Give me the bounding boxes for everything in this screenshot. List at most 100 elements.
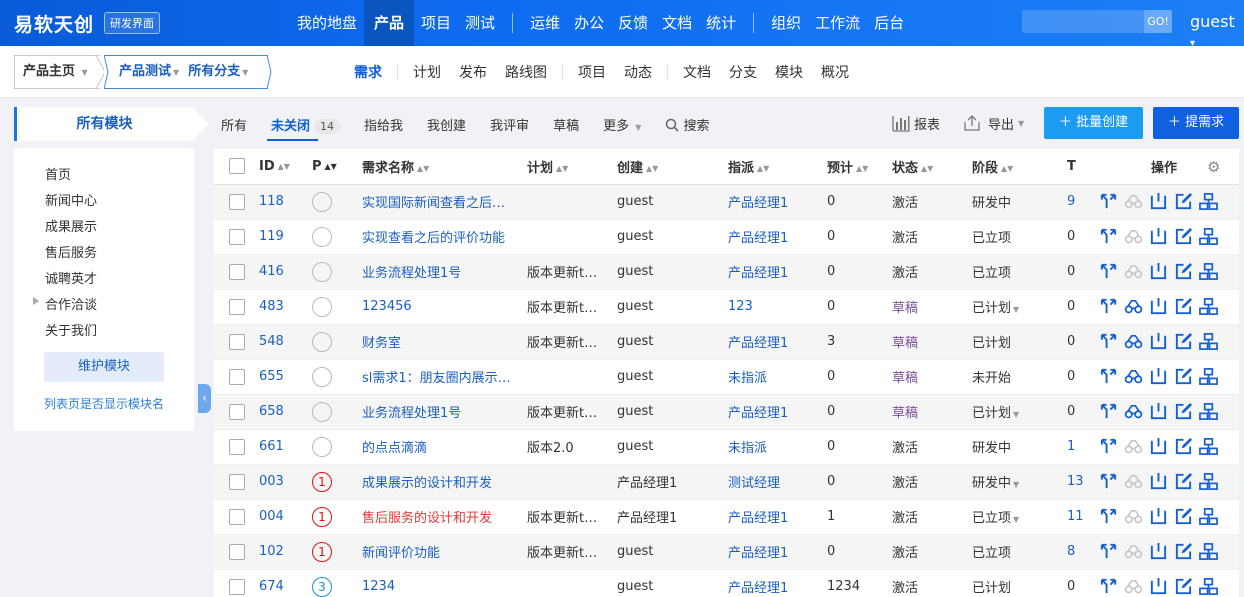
assignee-link[interactable]: 未指派 (728, 441, 767, 456)
story-name-link[interactable]: 1234 (362, 579, 395, 594)
close-story-icon[interactable] (1149, 367, 1168, 386)
close-story-icon[interactable] (1149, 262, 1168, 281)
close-story-icon[interactable] (1149, 577, 1168, 596)
review-icon[interactable] (1124, 542, 1143, 561)
table-row[interactable]: 548 财务室 版本更新t… guest 产品经理1 3 草稿 已计划 0 (214, 324, 1239, 360)
review-icon[interactable] (1124, 297, 1143, 316)
review-icon[interactable] (1124, 402, 1143, 421)
edit-icon[interactable] (1174, 297, 1193, 316)
col-priority[interactable]: P ▲▼ (312, 149, 362, 185)
close-story-icon[interactable] (1149, 332, 1168, 351)
nav-test[interactable]: 测试 (458, 0, 502, 46)
row-checkbox[interactable] (229, 543, 245, 560)
col-id[interactable]: ID ▲▼ (259, 149, 312, 185)
ui-mode-badge[interactable]: 研发界面 (104, 12, 160, 34)
story-name-link[interactable]: 的点点滴滴 (362, 441, 427, 456)
story-id-link[interactable]: 416 (259, 264, 284, 279)
filter-all[interactable]: 所有 (214, 115, 259, 134)
row-checkbox[interactable] (229, 368, 245, 385)
assignee-link[interactable]: 未指派 (728, 371, 767, 386)
assignee-link[interactable]: 产品经理1 (728, 511, 788, 526)
assignee-link[interactable]: 产品经理1 (728, 196, 788, 211)
filter-draft[interactable]: 草稿 (541, 115, 591, 134)
review-icon[interactable] (1124, 227, 1143, 246)
task-count[interactable]: 0 (1067, 264, 1075, 279)
tab-roadmap[interactable]: 路线图 (496, 62, 556, 82)
close-story-icon[interactable] (1149, 227, 1168, 246)
breadcrumb-product-home[interactable]: 产品主页 ▼ (14, 55, 100, 89)
filter-created-by-me[interactable]: 我创建 (415, 115, 478, 134)
edit-icon[interactable] (1174, 192, 1193, 211)
stage-cell[interactable]: 未开始 (972, 371, 1011, 386)
split-icon[interactable] (1099, 262, 1118, 281)
col-estimate[interactable]: 预计 ▲▼ (827, 149, 892, 185)
filter-assigned-to-me[interactable]: 指给我 (352, 115, 415, 134)
table-row[interactable]: 102 1 新闻评价功能 版本更新t… guest 产品经理1 0 激活 已立项… (214, 534, 1239, 570)
edit-icon[interactable] (1174, 437, 1193, 456)
split-icon[interactable] (1099, 542, 1118, 561)
split-icon[interactable] (1099, 437, 1118, 456)
table-row[interactable]: 658 业务流程处理1号 版本更新t… guest 产品经理1 0 草稿 已计划… (214, 394, 1239, 430)
stage-cell[interactable]: 已计划 (972, 406, 1011, 421)
split-icon[interactable] (1099, 507, 1118, 526)
review-icon[interactable] (1124, 332, 1143, 351)
close-story-icon[interactable] (1149, 507, 1168, 526)
story-name-link[interactable]: 业务流程处理1号 (362, 406, 461, 421)
select-all-checkbox[interactable] (229, 158, 245, 175)
task-count[interactable]: 13 (1067, 474, 1084, 489)
row-checkbox[interactable] (229, 263, 245, 280)
filter-reviewed-by-me[interactable]: 我评审 (478, 115, 541, 134)
split-icon[interactable] (1099, 472, 1118, 491)
user-menu[interactable]: guest ▾ (1190, 12, 1244, 50)
story-name-link[interactable]: 业务流程处理1号 (362, 266, 461, 281)
story-id-link[interactable]: 118 (259, 194, 284, 209)
story-name-link[interactable]: 新闻评价功能 (362, 546, 440, 561)
story-name-link[interactable]: 实现查看之后的评价功能 (362, 231, 505, 246)
tab-story[interactable]: 需求 (345, 62, 391, 82)
filter-search[interactable]: 搜索 (653, 115, 721, 134)
stage-cell[interactable]: 已计划 (972, 581, 1011, 596)
create-case-icon[interactable] (1199, 227, 1218, 246)
nav-doc[interactable]: 文档 (655, 0, 699, 46)
stage-cell[interactable]: 已立项 (972, 546, 1011, 561)
review-icon[interactable] (1124, 262, 1143, 281)
task-count[interactable]: 11 (1067, 509, 1084, 524)
module-item-news[interactable]: 新闻中心 (45, 190, 97, 209)
nav-project[interactable]: 项目 (414, 0, 458, 46)
task-count[interactable]: 0 (1067, 299, 1075, 314)
close-story-icon[interactable] (1149, 472, 1168, 491)
edit-icon[interactable] (1174, 227, 1193, 246)
close-story-icon[interactable] (1149, 542, 1168, 561)
module-item-results[interactable]: 成果展示 (45, 216, 97, 235)
table-row[interactable]: 416 业务流程处理1号 版本更新t… guest 产品经理1 0 激活 已立项… (214, 254, 1239, 290)
row-checkbox[interactable] (229, 403, 245, 420)
stage-cell[interactable]: 已立项 (972, 266, 1011, 281)
gear-icon[interactable]: ⚙ (1207, 158, 1220, 176)
col-plan[interactable]: 计划 ▲▼ (527, 149, 617, 185)
close-story-icon[interactable] (1149, 192, 1168, 211)
row-checkbox[interactable] (229, 298, 245, 315)
global-search-input[interactable] (1022, 10, 1144, 33)
assignee-link[interactable]: 产品经理1 (728, 231, 788, 246)
assignee-link[interactable]: 产品经理1 (728, 546, 788, 561)
table-row[interactable]: 119 实现查看之后的评价功能 guest 产品经理1 0 激活 已立项 0 (214, 219, 1239, 255)
create-case-icon[interactable] (1199, 367, 1218, 386)
expand-arrow-icon[interactable] (33, 297, 39, 305)
report-button[interactable]: 报表 (891, 107, 940, 139)
col-creator[interactable]: 创建 ▲▼ (617, 149, 728, 185)
create-case-icon[interactable] (1199, 402, 1218, 421)
edit-icon[interactable] (1174, 262, 1193, 281)
module-item-home[interactable]: 首页 (45, 164, 71, 183)
table-row[interactable]: 118 实现国际新闻查看之后… guest 产品经理1 0 激活 研发中 9 (214, 184, 1239, 220)
create-case-icon[interactable] (1199, 297, 1218, 316)
tab-dynamic[interactable]: 动态 (615, 62, 661, 82)
add-story-button[interactable]: ＋ 提需求 (1153, 107, 1239, 139)
story-id-link[interactable]: 119 (259, 229, 284, 244)
split-icon[interactable] (1099, 332, 1118, 351)
task-count[interactable]: 0 (1067, 229, 1075, 244)
story-name-link[interactable]: 售后服务的设计和开发 (362, 511, 492, 526)
export-button[interactable]: 导出 ▼ (962, 107, 1024, 139)
story-name-link[interactable]: 实现国际新闻查看之后… (362, 196, 505, 211)
story-id-link[interactable]: 102 (259, 544, 284, 559)
tab-branch[interactable]: 分支 (720, 62, 766, 82)
